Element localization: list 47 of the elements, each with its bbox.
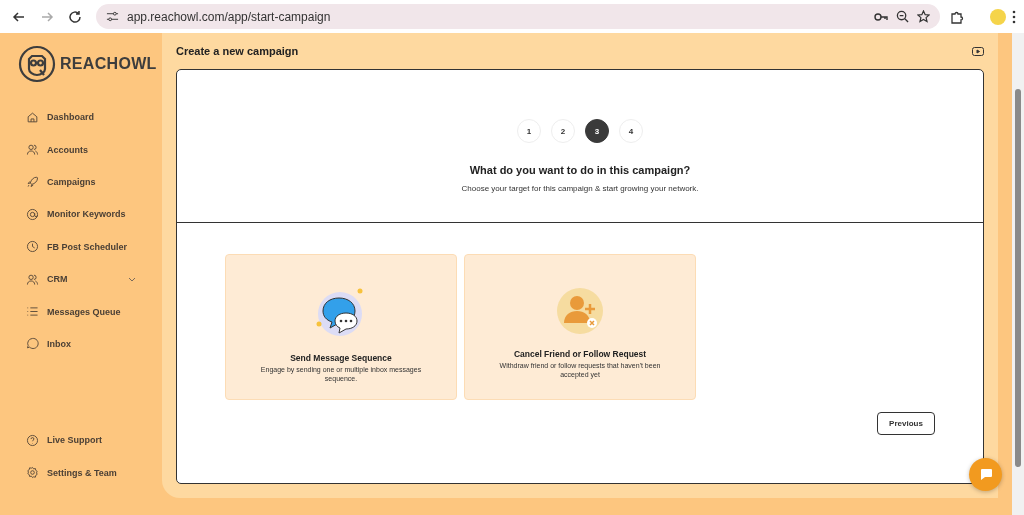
sidebar-item[interactable]: Messages Queue <box>0 295 162 328</box>
menu-icon[interactable] <box>1012 9 1016 24</box>
at-sign-icon <box>26 207 39 221</box>
question-heading: What do you want to do in this campaign? <box>469 164 691 176</box>
chat-bubble-icon <box>26 337 39 351</box>
clock-icon <box>26 240 39 254</box>
logo-text: REACHOWL <box>60 55 157 73</box>
sidebar-item[interactable]: Dashboard <box>0 101 162 134</box>
url-text: app.reachowl.com/app/start-campaign <box>127 9 332 24</box>
users-icon <box>26 143 39 157</box>
help-icon <box>26 433 39 447</box>
scrollbar[interactable] <box>1012 33 1024 515</box>
step-indicator[interactable]: 2 <box>551 119 575 143</box>
subtitle-text: Choose your target for this campaign & start growing your network. <box>461 184 699 193</box>
site-settings-icon <box>106 10 119 23</box>
sidebar-item[interactable]: CRM <box>0 262 162 296</box>
sidebar-item[interactable]: Live Support <box>0 424 162 457</box>
page-title: Create a new campaign <box>176 45 299 57</box>
settings-icon <box>26 466 39 480</box>
sidebar-item[interactable]: Settings & Team <box>0 456 162 489</box>
sidebar-item[interactable]: Monitor Keywords <box>0 198 162 231</box>
chat-icon <box>978 468 993 481</box>
user-remove-icon <box>556 287 604 335</box>
key-icon[interactable] <box>874 11 888 22</box>
home-icon <box>26 110 39 124</box>
extensions-icon[interactable] <box>950 9 964 24</box>
zoom-icon[interactable] <box>896 10 909 23</box>
previous-button[interactable]: Previous <box>877 412 935 435</box>
owl-logo-icon <box>18 45 56 83</box>
star-icon[interactable] <box>917 10 930 23</box>
forward-arrow-icon <box>40 9 54 24</box>
sidebar-item[interactable]: FB Post Scheduler <box>0 230 162 263</box>
reload-icon <box>68 9 82 24</box>
rocket-icon <box>26 175 39 189</box>
option-title: Cancel Friend or Follow Request <box>513 349 647 359</box>
video-icon[interactable] <box>972 46 984 56</box>
step-indicator[interactable]: 1 <box>517 119 541 143</box>
sidebar-item[interactable]: Accounts <box>0 133 162 166</box>
list-icon <box>26 305 39 319</box>
back-arrow-icon <box>12 9 26 24</box>
sidebar-item[interactable]: Inbox <box>0 327 162 361</box>
sidebar-item[interactable]: Campaigns <box>0 165 162 199</box>
step-indicator[interactable]: 4 <box>619 119 643 143</box>
users-icon <box>26 272 39 286</box>
step-indicator[interactable]: 3 <box>585 119 609 143</box>
option-title: Send Message Sequence <box>290 353 392 363</box>
address-bar[interactable]: app.reachowl.com/app/start-campaign <box>96 4 940 29</box>
